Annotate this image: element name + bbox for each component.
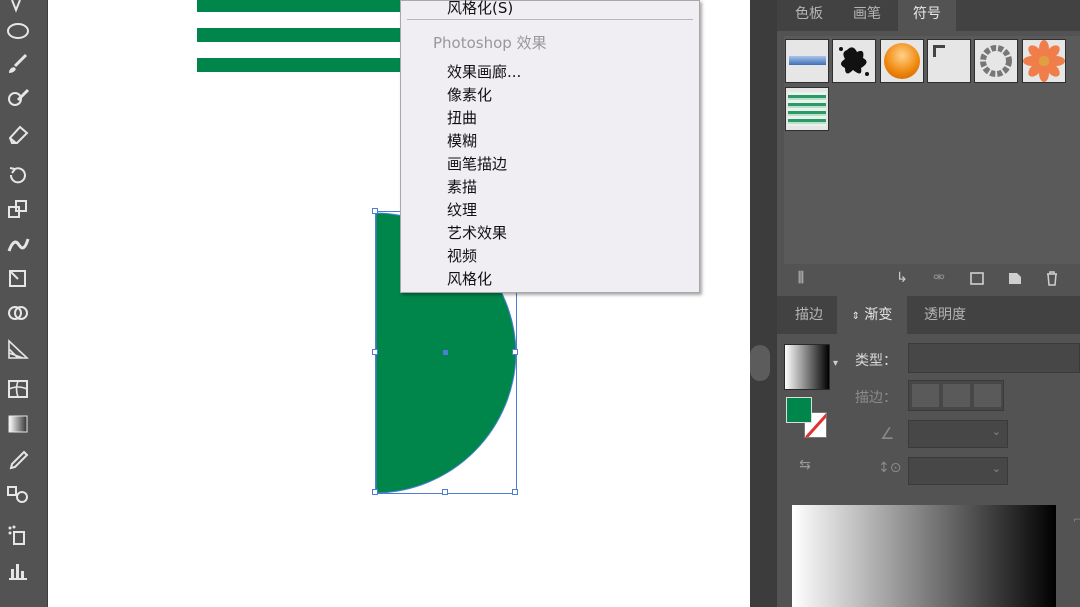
tab-gradient[interactable]: ⇕ 渐变: [837, 296, 907, 334]
green-stripe[interactable]: [197, 58, 417, 72]
green-stripe[interactable]: [197, 0, 417, 12]
selection-handle[interactable]: [512, 349, 518, 355]
selection-handle[interactable]: [512, 489, 518, 495]
gradient-preview-thumbnail[interactable]: [784, 344, 830, 390]
symbol-orange-button[interactable]: [880, 39, 924, 83]
menu-item-video[interactable]: 视频: [447, 245, 477, 266]
fill-swatch[interactable]: [786, 397, 812, 423]
tab-brushes[interactable]: 画笔: [839, 0, 895, 31]
blend-tool-icon[interactable]: [3, 481, 33, 507]
symbol-flower[interactable]: [1022, 39, 1066, 83]
center-point: [443, 350, 448, 355]
bottom-panel-tabs: 描边 ⇕ 渐变 透明度: [777, 296, 1080, 334]
dock-gutter: [750, 0, 777, 607]
menu-item-pixelate[interactable]: 像素化: [447, 84, 492, 105]
break-link-icon[interactable]: ⚮: [929, 268, 949, 288]
selection-handle[interactable]: [372, 208, 378, 214]
tab-gradient-label: 渐变: [864, 307, 893, 323]
delete-symbol-icon[interactable]: [1042, 268, 1062, 288]
gradient-type-label: 类型：: [855, 353, 897, 369]
stroke-gradient-buttons: [908, 380, 1004, 411]
menu-item-effect-gallery[interactable]: 效果画廊...: [447, 61, 521, 82]
selection-handle[interactable]: [442, 489, 448, 495]
symbol-green-stripes[interactable]: [785, 87, 829, 131]
menu-item-distort[interactable]: 扭曲: [447, 107, 477, 128]
rotate-tool-icon[interactable]: [3, 162, 33, 188]
blob-brush-tool-icon[interactable]: [3, 86, 33, 112]
stroke-along-button[interactable]: [943, 384, 970, 407]
symbol-frame-corner[interactable]: [927, 39, 971, 83]
pen-tool-icon[interactable]: [3, 0, 33, 14]
symbol-libraries-menu-icon[interactable]: ⫼: [791, 268, 811, 288]
gradient-ramp[interactable]: [792, 505, 1056, 607]
symbol-ink-splatter[interactable]: [832, 39, 876, 83]
stroke-within-button[interactable]: [912, 384, 939, 407]
tab-stroke[interactable]: 描边: [781, 296, 837, 334]
tools-panel: [0, 0, 48, 607]
eyedropper-tool-icon[interactable]: [3, 447, 33, 473]
menu-item-stylize[interactable]: 风格化: [447, 268, 492, 289]
new-symbol-icon[interactable]: [1005, 268, 1025, 288]
symbol-blue-bar[interactable]: [785, 39, 829, 83]
mesh-tool-icon[interactable]: [3, 376, 33, 402]
tab-transparency[interactable]: 透明度: [911, 296, 979, 334]
angle-icon: ∠: [880, 424, 895, 443]
gradient-aspect-field[interactable]: ⌄: [908, 457, 1008, 485]
eraser-tool-icon[interactable]: [3, 121, 33, 147]
tab-swatches[interactable]: 色板: [781, 0, 837, 31]
menu-item-brush-strokes[interactable]: 画笔描边: [447, 153, 507, 174]
place-symbol-instance-icon[interactable]: ↳: [892, 268, 912, 288]
stroke-across-button[interactable]: [974, 384, 1001, 407]
symbol-rope-wreath[interactable]: [974, 39, 1018, 83]
selection-handle[interactable]: [372, 489, 378, 495]
gradient-ramp-edge: ⌐: [1073, 515, 1080, 526]
gradient-tool-icon[interactable]: [3, 411, 33, 437]
column-graph-tool-icon[interactable]: [3, 557, 33, 583]
gradient-angle-field[interactable]: ⌄: [908, 420, 1008, 448]
green-stripe[interactable]: [197, 28, 417, 42]
ellipse-tool-icon[interactable]: [3, 17, 33, 43]
effects-menu: 风格化(S) Photoshop 效果 效果画廊... 像素化 扭曲 模糊 画笔…: [400, 0, 700, 293]
free-transform-tool-icon[interactable]: [3, 265, 33, 291]
gradient-stroke-label: 描边：: [855, 390, 897, 406]
shape-builder-tool-icon[interactable]: [3, 300, 33, 326]
menu-item-stylize-illustrator[interactable]: 风格化(S): [447, 0, 513, 18]
right-panel-dock: 色板 画笔 符号 ⫼ ↳ ⚮ 描边 ⇕ 渐变 透明度 ▾ 类型： 描边： ⇆ ∠…: [777, 0, 1080, 607]
gradient-type-dropdown[interactable]: [908, 343, 1080, 373]
symbol-sprayer-tool-icon[interactable]: [3, 522, 33, 548]
selection-handle[interactable]: [372, 349, 378, 355]
aspect-ratio-icon: ↕⊙: [878, 460, 902, 476]
warp-tool-icon[interactable]: [3, 231, 33, 257]
perspective-grid-tool-icon[interactable]: [3, 336, 33, 362]
panel-options-icon: ⇕: [851, 311, 860, 322]
reverse-gradient-icon[interactable]: ⇆: [795, 455, 815, 475]
menu-item-texture[interactable]: 纹理: [447, 199, 477, 220]
paintbrush-tool-icon[interactable]: [3, 51, 33, 77]
tab-symbols[interactable]: 符号: [898, 0, 956, 31]
scale-tool-icon[interactable]: [3, 196, 33, 222]
top-panel-tabs: 色板 画笔 符号: [777, 0, 1080, 31]
menu-divider: [407, 19, 693, 20]
menu-item-sketch[interactable]: 素描: [447, 176, 477, 197]
dock-collapse-handle[interactable]: [750, 345, 770, 381]
symbol-options-icon[interactable]: [967, 268, 987, 288]
gradient-preset-dropdown-icon[interactable]: ▾: [833, 358, 838, 369]
symbols-list: [784, 36, 1080, 264]
menu-item-artistic[interactable]: 艺术效果: [447, 222, 507, 243]
menu-item-blur[interactable]: 模糊: [447, 130, 477, 151]
menu-section-header: Photoshop 效果: [433, 34, 547, 52]
